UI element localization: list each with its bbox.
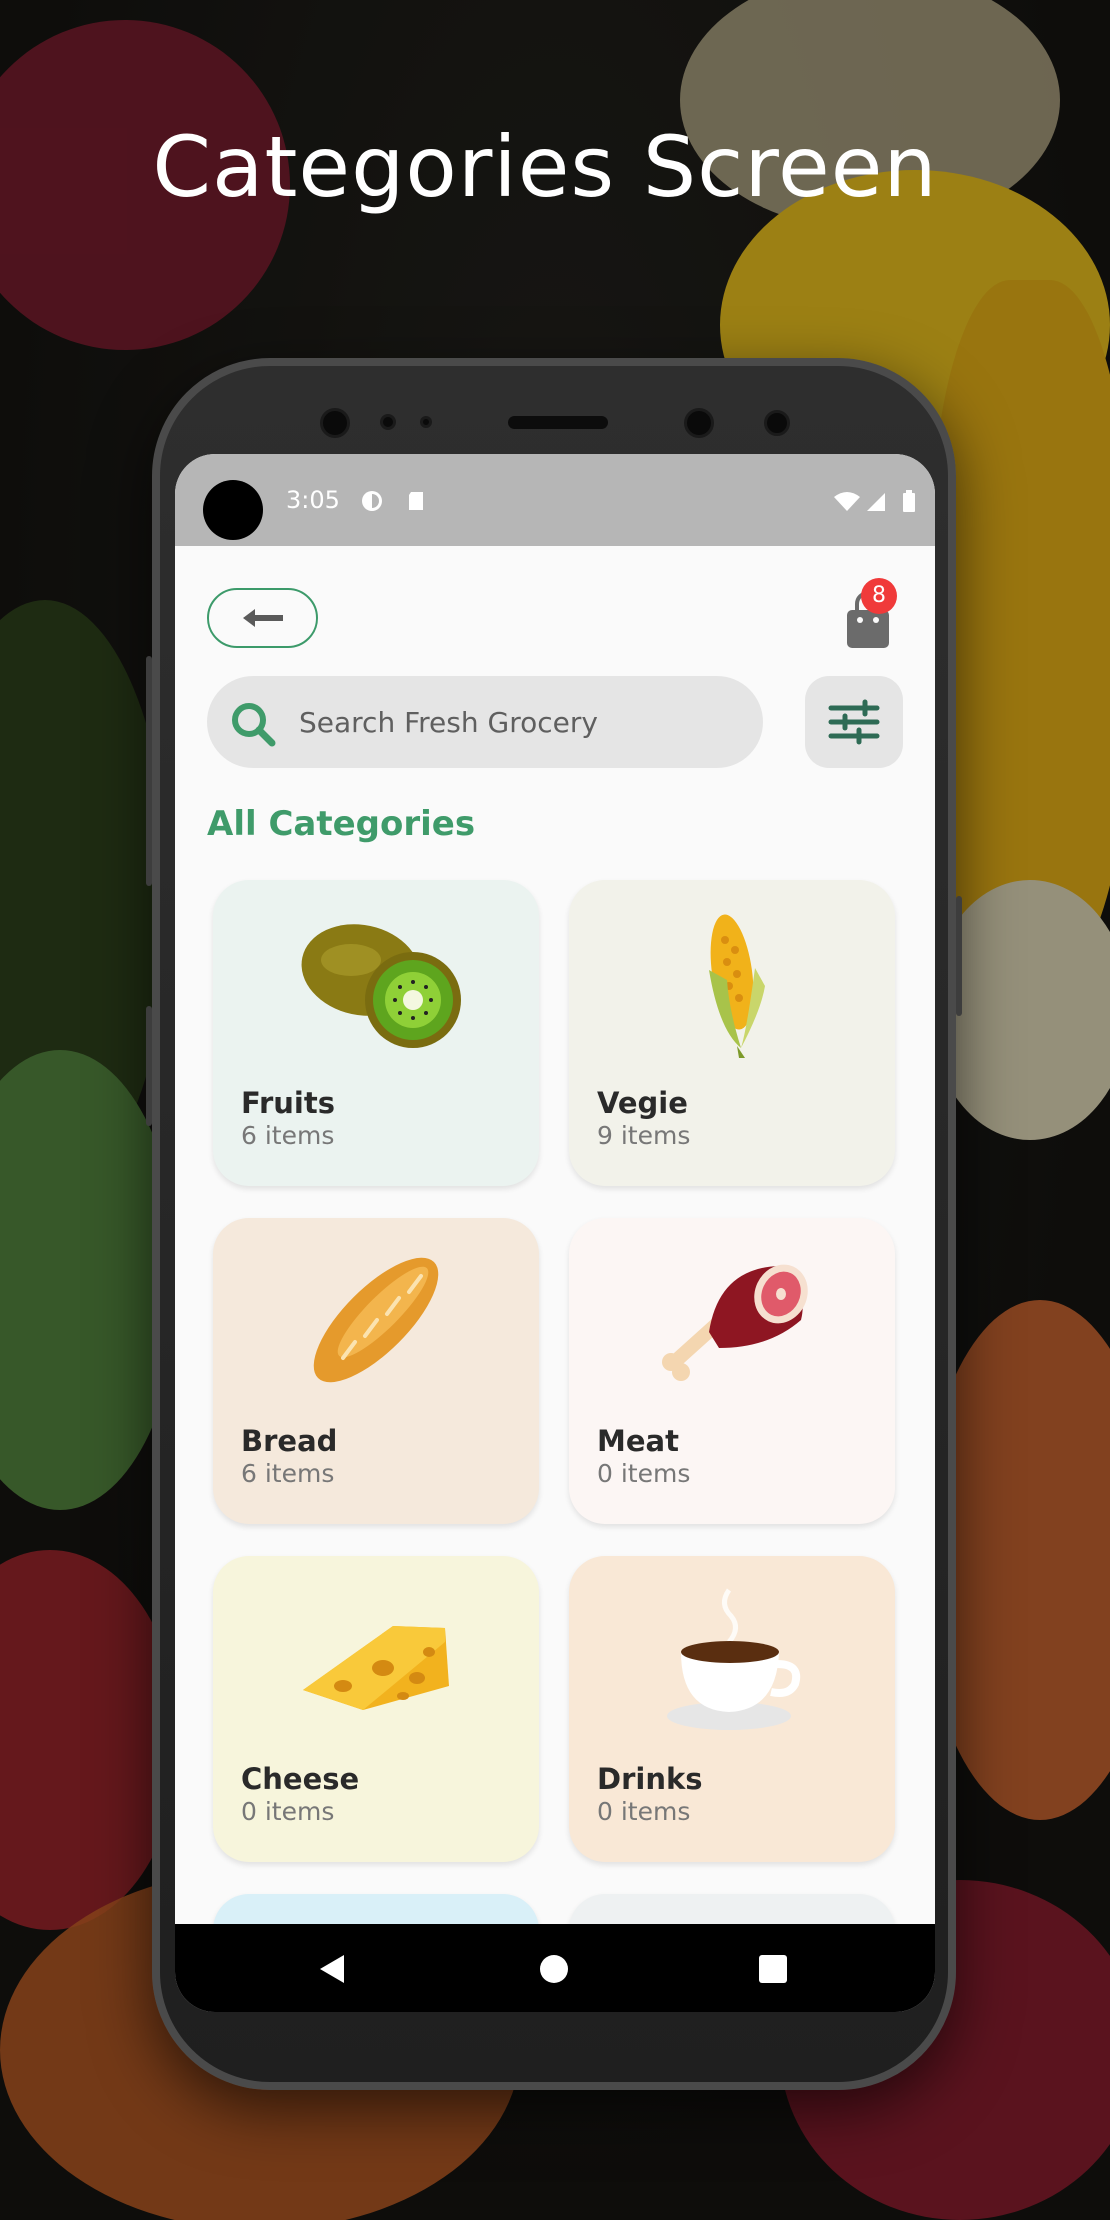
kiwi-icon [301, 924, 461, 1048]
nav-recents-icon[interactable] [759, 1955, 787, 1983]
earpiece-speaker [508, 416, 608, 429]
status-bar: 3:05 [175, 454, 935, 546]
navigation-bar [175, 1924, 935, 2012]
page-hero-title: Categories Screen [152, 118, 938, 216]
category-name: Bread [241, 1424, 338, 1458]
category-card-drinks[interactable]: Drinks 0 items [569, 1556, 895, 1862]
app-screen: 3:05 8 Search Fresh Grocery All Categori… [175, 454, 935, 2012]
category-card-fruits[interactable]: Fruits 6 items [213, 880, 539, 1186]
wifi-icon [834, 492, 860, 511]
category-card-bread[interactable]: Bread 6 items [213, 1218, 539, 1524]
category-name: Vegie [597, 1086, 688, 1120]
nav-home-icon[interactable] [540, 1955, 568, 1983]
status-time: 3:05 [286, 486, 340, 514]
search-bar[interactable] [207, 676, 763, 768]
signal-icon [867, 493, 885, 511]
filter-button[interactable] [805, 676, 903, 768]
battery-icon [903, 490, 915, 512]
nav-back-icon[interactable] [320, 1955, 344, 1983]
category-card-cheese[interactable]: Cheese 0 items [213, 1556, 539, 1862]
arrow-left-icon [242, 609, 283, 627]
cheese-icon [303, 1626, 449, 1710]
category-name: Fruits [241, 1086, 335, 1120]
category-card-meat[interactable]: Meat 0 items [569, 1218, 895, 1524]
cart-count-badge: 8 [861, 578, 897, 614]
section-title: All Categories [207, 804, 476, 844]
category-count: 9 items [597, 1121, 691, 1150]
category-count: 0 items [597, 1459, 691, 1488]
category-card-vegie[interactable]: Vegie 9 items [569, 880, 895, 1186]
search-input[interactable] [299, 696, 739, 748]
category-name: Meat [597, 1424, 679, 1458]
category-count: 0 items [241, 1797, 335, 1826]
category-count: 6 items [241, 1121, 335, 1150]
category-name: Cheese [241, 1762, 360, 1796]
corn-icon [709, 914, 765, 1058]
front-camera [203, 480, 263, 540]
assistant-status-icon [362, 491, 382, 511]
sd-card-icon [409, 492, 423, 510]
category-count: 6 items [241, 1459, 335, 1488]
category-name: Drinks [597, 1762, 703, 1796]
coffee-icon [667, 1588, 801, 1730]
bread-icon [313, 1257, 439, 1383]
search-icon [232, 703, 276, 747]
sliders-icon [828, 699, 880, 745]
meat-icon [662, 1264, 808, 1381]
back-button[interactable] [207, 588, 318, 648]
category-count: 0 items [597, 1797, 691, 1826]
